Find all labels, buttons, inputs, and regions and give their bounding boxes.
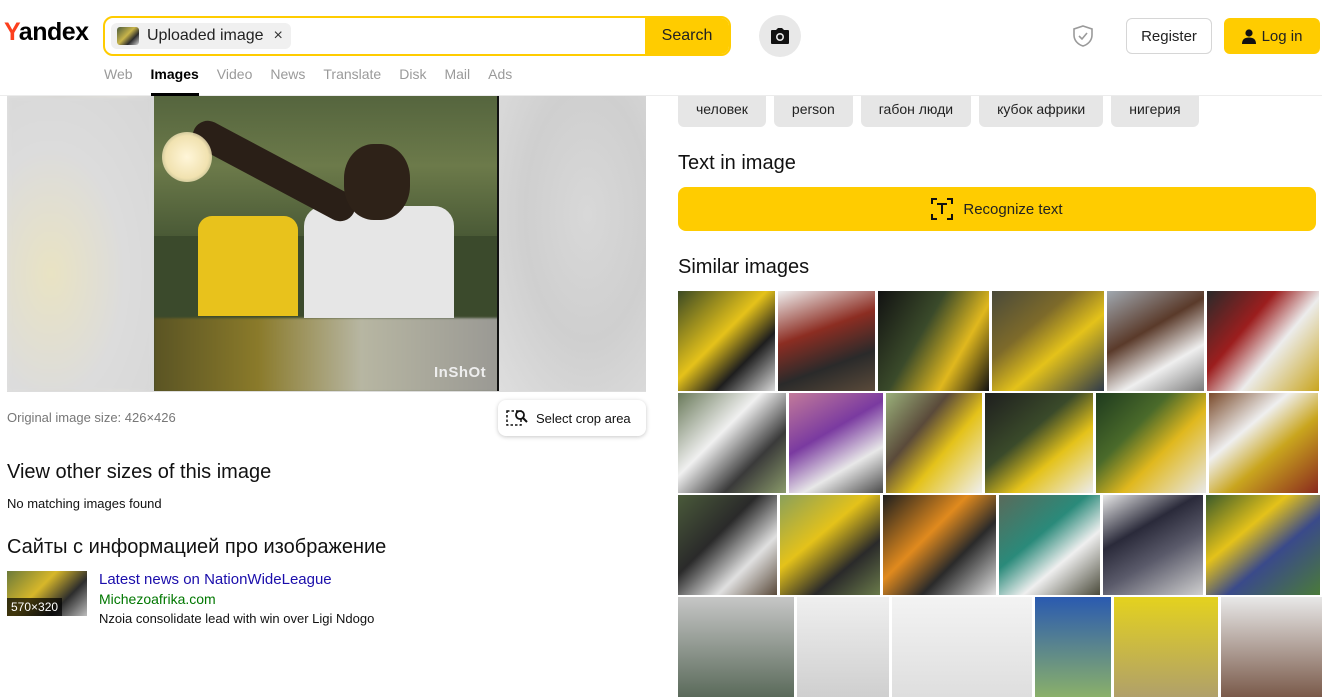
site-thumbnail[interactable]: 570×320 [7, 571, 87, 616]
similar-image[interactable] [1207, 291, 1319, 391]
nav-tabs: Web Images Video News Translate Disk Mai… [104, 66, 530, 96]
tab-images[interactable]: Images [150, 66, 200, 96]
similar-images-row [678, 597, 1322, 697]
uploaded-image-chip[interactable]: Uploaded image × [111, 23, 291, 49]
similar-image[interactable] [1096, 393, 1206, 493]
tab-news[interactable]: News [270, 66, 305, 96]
similar-image[interactable] [678, 393, 786, 493]
similar-image[interactable] [678, 597, 794, 697]
similar-image[interactable] [678, 495, 777, 595]
crop-icon [506, 410, 528, 426]
tab-ads[interactable]: Ads [488, 66, 512, 96]
similar-image[interactable] [892, 597, 1032, 697]
similar-image[interactable] [1114, 597, 1218, 697]
no-match-text: No matching images found [7, 496, 162, 511]
register-button[interactable]: Register [1126, 18, 1212, 54]
similar-images-row [678, 495, 1320, 595]
shield-icon[interactable] [1071, 24, 1095, 48]
site-title-link[interactable]: Latest news on NationWideLeague [99, 571, 332, 588]
similar-image[interactable] [1035, 597, 1111, 697]
search-button[interactable]: Search [645, 18, 729, 54]
similar-image[interactable] [999, 495, 1100, 595]
similar-image[interactable] [789, 393, 883, 493]
uploaded-image-thumbnail [117, 27, 139, 45]
similar-image[interactable] [992, 291, 1104, 391]
site-domain-link[interactable]: Michezoafrika.com [99, 591, 216, 607]
tab-mail[interactable]: Mail [444, 66, 470, 96]
similar-images-row [678, 291, 1319, 391]
chip-label: Uploaded image [147, 27, 264, 44]
uploaded-image-preview[interactable]: InShOt [7, 96, 646, 392]
similar-image[interactable] [1221, 597, 1322, 697]
search-bar[interactable]: Uploaded image × Search [103, 16, 731, 56]
camera-icon[interactable] [759, 15, 801, 57]
similar-image[interactable] [678, 291, 775, 391]
tab-video[interactable]: Video [217, 66, 253, 96]
select-crop-area-button[interactable]: Select crop area [498, 400, 646, 436]
similar-image[interactable] [878, 291, 989, 391]
similar-image[interactable] [1107, 291, 1204, 391]
site-description: Nzoia consolidate lead with win over Lig… [99, 611, 375, 626]
similar-image[interactable] [1209, 393, 1318, 493]
sites-heading: Сайты с информацией про изображение [7, 536, 387, 558]
watermark: InShOt [434, 364, 487, 381]
similar-images-row [678, 393, 1318, 493]
text-in-image-heading: Text in image [678, 152, 796, 174]
header: Yandex Uploaded image × Search Register … [0, 0, 1322, 96]
similar-image[interactable] [886, 393, 982, 493]
uploaded-photo: InShOt [154, 96, 499, 391]
login-button[interactable]: Log in [1224, 18, 1320, 54]
similar-image[interactable] [883, 495, 996, 595]
recognize-text-button[interactable]: Recognize text [678, 187, 1316, 231]
similar-images-heading: Similar images [678, 256, 810, 278]
similar-image[interactable] [778, 291, 875, 391]
blurred-backdrop-left [7, 96, 154, 391]
similar-image[interactable] [780, 495, 880, 595]
channel-logo [162, 132, 212, 182]
close-icon[interactable]: × [274, 27, 283, 45]
text-scan-icon [931, 198, 954, 220]
tab-disk[interactable]: Disk [399, 66, 426, 96]
similar-image[interactable] [1206, 495, 1320, 595]
user-icon [1241, 28, 1256, 44]
thumbnail-size-badge: 570×320 [7, 598, 63, 616]
other-sizes-heading: View other sizes of this image [7, 461, 272, 483]
blurred-backdrop-right [499, 96, 646, 391]
original-image-size: Original image size: 426×426 [7, 410, 176, 425]
yandex-logo[interactable]: Yandex [4, 18, 89, 47]
similar-image[interactable] [1103, 495, 1203, 595]
similar-image[interactable] [985, 393, 1093, 493]
tab-web[interactable]: Web [104, 66, 133, 96]
similar-image[interactable] [797, 597, 889, 697]
tab-translate[interactable]: Translate [323, 66, 381, 96]
